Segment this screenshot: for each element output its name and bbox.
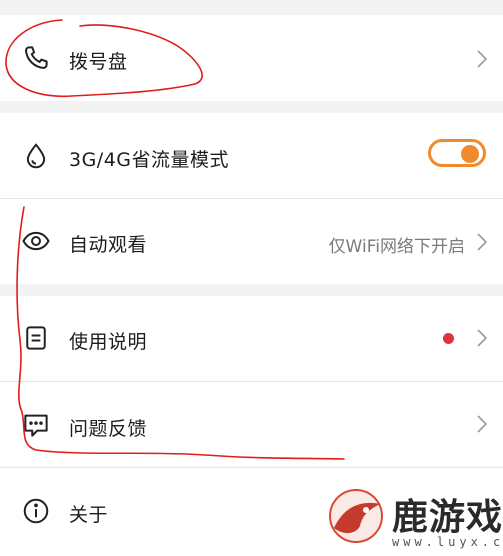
top-gap — [0, 0, 503, 14]
settings-item-label: 自动观看 — [69, 234, 148, 256]
phone-icon — [18, 40, 54, 76]
autoplay-value: 仅WiFi网络下开启 — [328, 237, 465, 257]
data-saver-toggle[interactable] — [428, 139, 486, 167]
settings-item-label: 3G/4G省流量模式 — [69, 149, 230, 171]
settings-item-instructions[interactable]: 使用说明 — [0, 296, 503, 381]
chevron-right-icon — [475, 231, 489, 253]
settings-item-dialpad[interactable]: 拨号盘 — [0, 15, 503, 101]
settings-item-label: 问题反馈 — [69, 418, 148, 440]
settings-item-label: 使用说明 — [69, 331, 148, 353]
info-icon — [18, 493, 54, 529]
settings-item-feedback[interactable]: 问题反馈 — [0, 382, 503, 467]
chevron-right-icon — [475, 327, 489, 349]
settings-item-data-saver[interactable]: 3G/4G省流量模式 — [0, 113, 503, 198]
settings-item-label: 关于 — [69, 504, 109, 526]
water-drop-icon — [18, 138, 54, 174]
chat-bubble-icon — [18, 407, 54, 443]
eye-icon — [18, 223, 54, 259]
toggle-knob — [461, 145, 479, 163]
notification-dot — [443, 333, 454, 344]
watermark-text: 鹿游戏 — [392, 497, 503, 538]
watermark-url: www.luyx.cn — [392, 535, 503, 549]
chevron-right-icon — [475, 48, 489, 70]
chevron-right-icon — [475, 413, 489, 435]
settings-item-label: 拨号盘 — [69, 51, 128, 73]
watermark-logo — [329, 489, 383, 543]
settings-item-autoplay[interactable]: 自动观看 仅WiFi网络下开启 — [0, 199, 503, 284]
document-icon — [18, 320, 54, 356]
